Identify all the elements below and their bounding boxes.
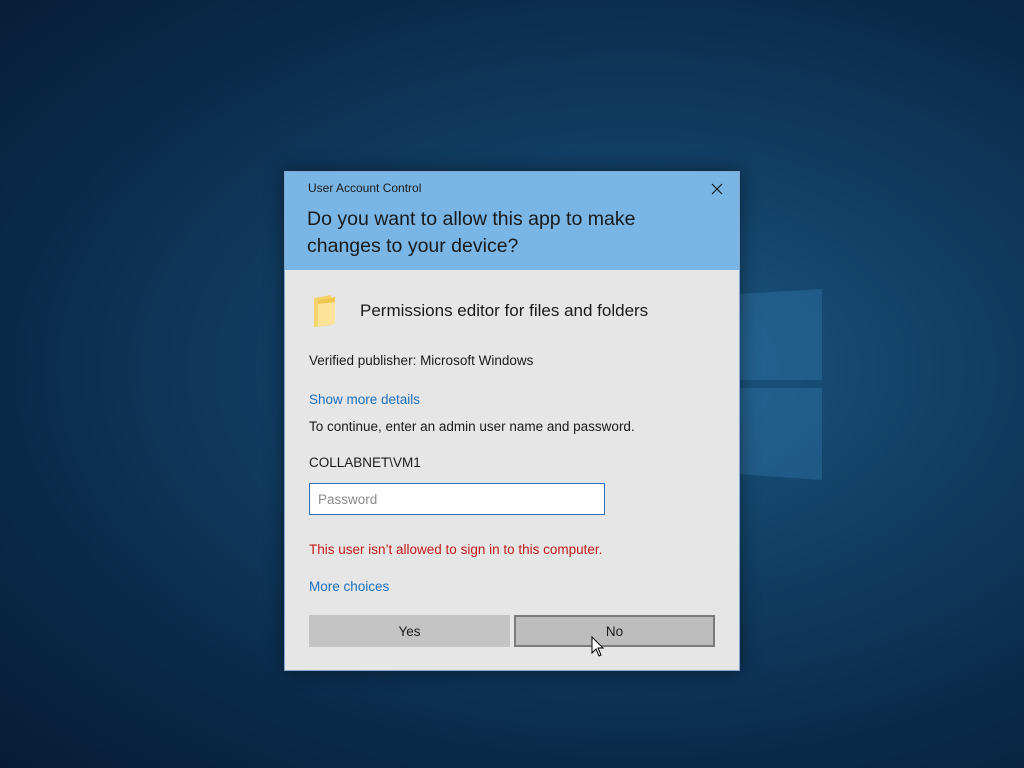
uac-dialog: User Account Control Do you want to allo… — [284, 171, 740, 671]
dialog-question: Do you want to allow this app to make ch… — [307, 208, 636, 257]
dialog-header: User Account Control Do you want to allo… — [285, 172, 739, 270]
app-info: Permissions editor for files and folders — [311, 294, 648, 328]
verified-publisher: Verified publisher: Microsoft Windows — [309, 353, 534, 368]
app-name: Permissions editor for files and folders — [360, 301, 649, 320]
error-message: This user isn’t allowed to sign in to th… — [309, 542, 603, 557]
windows-logo — [738, 289, 822, 480]
desktop-background: User Account Control Do you want to allo… — [0, 0, 1024, 768]
no-button[interactable]: No — [514, 615, 715, 647]
mouse-cursor-icon — [591, 636, 605, 657]
close-button[interactable] — [705, 178, 729, 200]
instruction-text: To continue, enter an admin user name an… — [309, 419, 635, 434]
folder-icon — [314, 295, 335, 327]
more-choices-link[interactable]: More choices — [309, 579, 389, 594]
username-label: COLLABNET\VM1 — [309, 455, 421, 470]
dialog-title: User Account Control — [308, 181, 422, 195]
close-icon — [711, 183, 723, 195]
yes-button[interactable]: Yes — [309, 615, 510, 647]
password-field[interactable] — [309, 483, 605, 515]
show-more-details-link[interactable]: Show more details — [309, 392, 420, 407]
